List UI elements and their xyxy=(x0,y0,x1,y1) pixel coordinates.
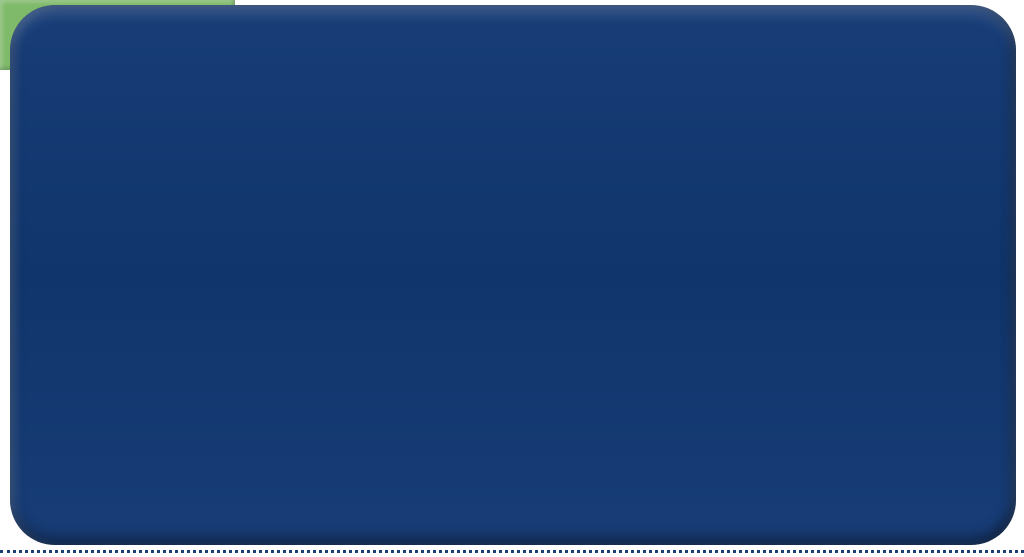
blue-rounded-panel xyxy=(10,5,1016,545)
dotted-divider xyxy=(0,550,1024,553)
